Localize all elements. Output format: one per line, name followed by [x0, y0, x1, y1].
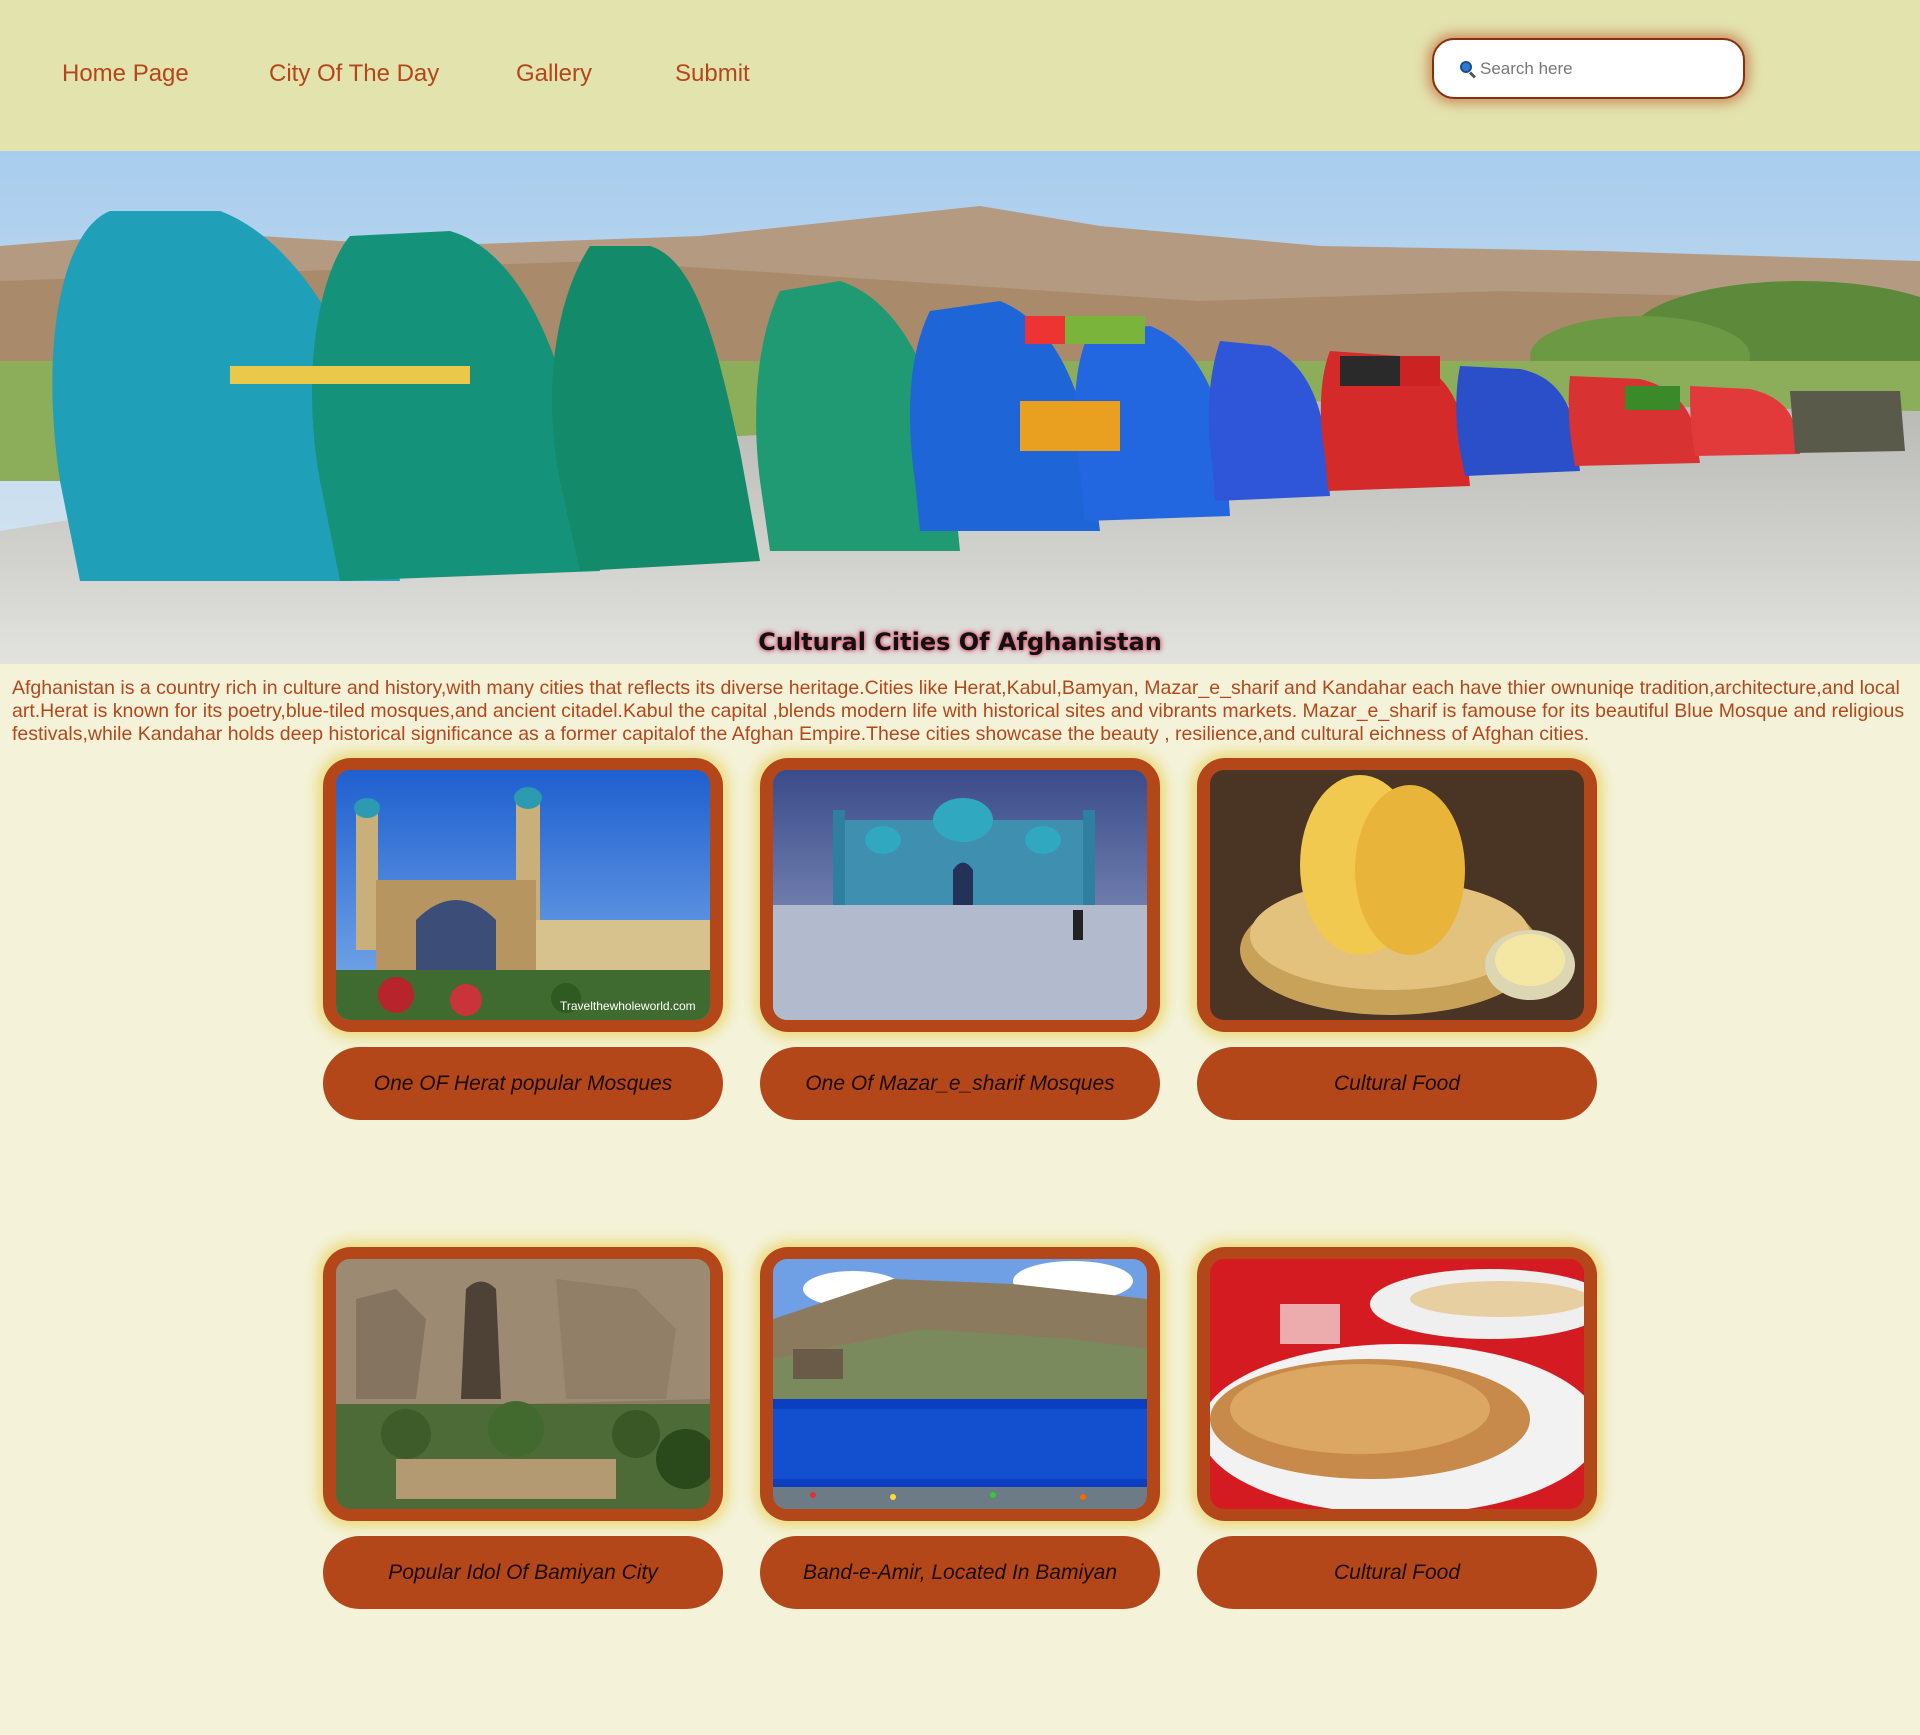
gallery-card-mazar-mosque[interactable] [760, 758, 1160, 1032]
search-box[interactable] [1432, 38, 1745, 99]
bamiyan-idol-image [336, 1259, 710, 1509]
nav-submit[interactable]: Submit [675, 60, 750, 88]
gallery-card-cultural-food-bolani[interactable] [1197, 1247, 1597, 1521]
band-e-amir-image [773, 1259, 1147, 1509]
mazar-mosque-image [773, 770, 1147, 1020]
caption-herat-mosque[interactable]: One OF Herat popular Mosques [323, 1047, 723, 1120]
herat-mosque-image: Travelthewholeworld.com [336, 770, 710, 1020]
gallery-card-cultural-food-bread[interactable] [1197, 758, 1597, 1032]
nav-home-page[interactable]: Home Page [62, 60, 189, 88]
nav-city-of-the-day[interactable]: City Of The Day [269, 60, 439, 88]
caption-cultural-food-2[interactable]: Cultural Food [1197, 1536, 1597, 1609]
caption-mazar-mosque[interactable]: One Of Mazar_e_sharif Mosques [760, 1047, 1160, 1120]
top-navbar: Home Page City Of The Day Gallery Submit [0, 0, 1920, 151]
caption-cultural-food-1[interactable]: Cultural Food [1197, 1047, 1597, 1120]
hero-banner: Cultural Cities Of Afghanistan [0, 151, 1920, 664]
search-icon [1460, 60, 1477, 79]
bread-food-image [1210, 770, 1584, 1020]
gallery-card-band-e-amir[interactable] [760, 1247, 1160, 1521]
caption-band-e-amir[interactable]: Band-e-Amir, Located In Bamiyan [760, 1536, 1160, 1609]
gallery-card-bamiyan-idol[interactable] [323, 1247, 723, 1521]
intro-paragraph: Afghanistan is a country rich in culture… [12, 677, 1905, 745]
caption-bamiyan-idol[interactable]: Popular Idol Of Bamiyan City [323, 1536, 723, 1609]
nav-gallery[interactable]: Gallery [516, 60, 592, 88]
hero-title: Cultural Cities Of Afghanistan [758, 628, 1162, 656]
gallery-card-herat-mosque[interactable]: Travelthewholeworld.com [323, 758, 723, 1032]
herat-watermark: Travelthewholeworld.com [560, 999, 696, 1013]
bolani-food-image [1210, 1259, 1584, 1509]
hero-image [0, 151, 1920, 664]
search-input[interactable] [1480, 58, 1730, 79]
